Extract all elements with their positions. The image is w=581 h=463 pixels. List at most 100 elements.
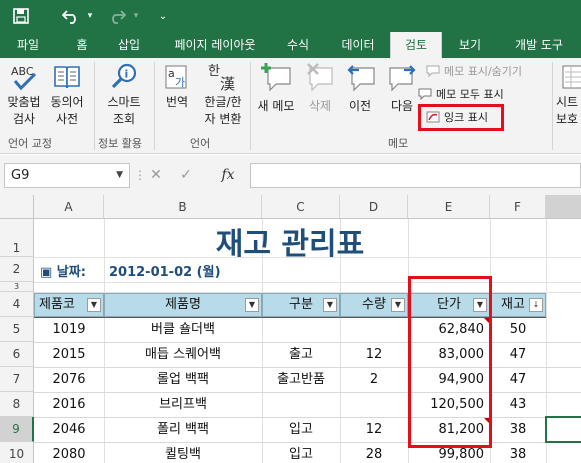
protect-sheet-button[interactable]: 시트 보호 [556, 62, 581, 128]
cell-stock[interactable]: 47 [490, 368, 546, 392]
row-header-6[interactable]: 6 [0, 342, 34, 367]
cell-quantity[interactable] [340, 393, 408, 417]
name-box-dropdown-icon[interactable]: ▼ [116, 164, 123, 187]
row-header-9[interactable]: 9 [0, 417, 34, 442]
cell-stock[interactable]: 38 [490, 418, 546, 442]
column-header-g[interactable] [546, 195, 581, 219]
smart-lookup-button[interactable]: i 스마트 조회 [98, 62, 150, 128]
cell-quantity[interactable]: 12 [340, 418, 408, 442]
hanja-convert-button[interactable]: 한 漢 한글/한 자 변환 [198, 62, 248, 128]
cell-product-code[interactable]: 2015 [34, 343, 104, 367]
cell-product-name[interactable]: 퀼팅백 [104, 443, 262, 463]
spell-check-button[interactable]: ABC 맞춤법 검사 [2, 62, 46, 128]
cell-product-name[interactable]: 롤업 백팩 [104, 368, 262, 392]
cell-stock[interactable]: 43 [490, 393, 546, 417]
column-header-e[interactable]: E [408, 195, 490, 219]
cell-stock[interactable]: 38 [490, 443, 546, 463]
next-comment-button[interactable]: 다음 [382, 62, 422, 115]
thesaurus-button[interactable]: 동의어 사전 [46, 62, 88, 128]
tab-view[interactable]: 보기 [448, 32, 492, 58]
header-stock[interactable]: 재고 ↓ [490, 293, 546, 317]
cell-type[interactable]: 출고 [262, 343, 340, 367]
svg-text:a: a [168, 67, 175, 80]
comments-all-icon [418, 88, 432, 101]
row-header-3[interactable]: 3 [0, 282, 34, 292]
cell-type[interactable]: 입고 [262, 418, 340, 442]
tab-insert[interactable]: 삽입 [108, 32, 150, 58]
filter-dropdown-icon[interactable]: ▼ [245, 298, 259, 312]
undo-icon[interactable] [58, 0, 84, 32]
row-header-1[interactable]: 1 [0, 219, 34, 257]
delete-comment-button[interactable]: 삭제 [300, 62, 340, 115]
insert-function-icon[interactable]: fx [216, 163, 240, 188]
row-header-7[interactable]: 7 [0, 367, 34, 392]
save-icon[interactable] [8, 0, 34, 32]
redo-icon[interactable] [104, 0, 130, 32]
cell-stock[interactable]: 50 [490, 318, 546, 342]
cell-product-code[interactable]: 2016 [34, 393, 104, 417]
filter-dropdown-icon[interactable]: ▼ [391, 298, 405, 312]
redo-dropdown-icon[interactable]: ▾ [130, 0, 142, 32]
show-all-comments-button[interactable]: 메모 모두 표시 [418, 85, 504, 103]
filter-dropdown-icon[interactable]: ▼ [323, 298, 337, 312]
gridline [34, 282, 581, 283]
smart-lookup-icon: i [111, 63, 137, 89]
tab-review[interactable]: 검토 [390, 32, 442, 58]
formula-input[interactable] [250, 163, 581, 188]
cell-product-name[interactable]: 폴리 백팩 [104, 418, 262, 442]
new-comment-button[interactable]: 새 메모 [252, 62, 300, 115]
column-header-c[interactable]: C [262, 195, 340, 219]
enter-icon[interactable]: ✓ [174, 163, 198, 188]
cell-quantity[interactable] [340, 318, 408, 342]
cell-type[interactable]: 출고반품 [262, 368, 340, 392]
cell-quantity[interactable]: 2 [340, 368, 408, 392]
cell-product-name[interactable]: 브리프백 [104, 393, 262, 417]
cell-product-code[interactable]: 2080 [34, 443, 104, 463]
title-bar: ▾ ▾ ⌄ [0, 0, 581, 32]
cell-product-code[interactable]: 2046 [34, 418, 104, 442]
row-header-5[interactable]: 5 [0, 317, 34, 342]
cell-type[interactable] [262, 393, 340, 417]
cell-product-code[interactable]: 1019 [34, 318, 104, 342]
header-product-name[interactable]: 제품명 ▼ [104, 293, 262, 317]
tab-home[interactable]: 홈 [64, 32, 100, 58]
cell-stock[interactable]: 47 [490, 343, 546, 367]
sort-filter-icon[interactable]: ↓ [529, 298, 543, 312]
formula-bar: G9 ▼ ⋮ ✕ ✓ fx [0, 155, 581, 195]
select-all-corner[interactable] [0, 195, 34, 219]
row-header-4[interactable]: 4 [0, 292, 34, 317]
tab-page-layout[interactable]: 페이지 레이아웃 [162, 32, 268, 58]
tab-data[interactable]: 데이터 [332, 32, 384, 58]
previous-comment-button[interactable]: 이전 [340, 62, 380, 115]
column-header-f[interactable]: F [490, 195, 546, 219]
cell-product-name[interactable]: 매듭 스퀘어백 [104, 343, 262, 367]
undo-dropdown-icon[interactable]: ▾ [84, 0, 96, 32]
cell-product-code[interactable]: 2076 [34, 368, 104, 392]
show-hide-comment-button[interactable]: 메모 표시/숨기기 [426, 62, 522, 80]
cell-type[interactable]: 입고 [262, 443, 340, 463]
tab-file[interactable]: 파일 [6, 32, 50, 58]
selected-cell-g9[interactable] [545, 416, 581, 443]
column-header-a[interactable]: A [34, 195, 104, 219]
next-comment-icon [389, 65, 416, 92]
header-type[interactable]: 구분 ▼ [262, 293, 340, 317]
column-header-d[interactable]: D [340, 195, 408, 219]
translate-button[interactable]: a 가 번역 [158, 62, 196, 111]
name-box[interactable]: G9 ▼ [4, 163, 130, 188]
filter-dropdown-icon[interactable]: ▼ [87, 298, 101, 312]
cell-type[interactable] [262, 318, 340, 342]
cancel-icon[interactable]: ✕ [144, 163, 168, 188]
header-product-code[interactable]: 제품코 ▼ [34, 293, 104, 317]
row-header-8[interactable]: 8 [0, 392, 34, 417]
row-header-2[interactable]: 2 [0, 257, 34, 282]
customize-toolbar-icon[interactable]: ⌄ [156, 0, 170, 32]
cell-quantity[interactable]: 28 [340, 443, 408, 463]
date-value: 2012-01-02 (월) [109, 265, 221, 280]
row-header-10[interactable]: 10 [0, 442, 34, 463]
header-quantity[interactable]: 수량 ▼ [340, 293, 408, 317]
tab-formulas[interactable]: 수식 [278, 32, 318, 58]
cell-product-name[interactable]: 버클 숄더백 [104, 318, 262, 342]
column-header-b[interactable]: B [104, 195, 262, 219]
tab-developer[interactable]: 개발 도구 [504, 32, 574, 58]
cell-quantity[interactable]: 12 [340, 343, 408, 367]
